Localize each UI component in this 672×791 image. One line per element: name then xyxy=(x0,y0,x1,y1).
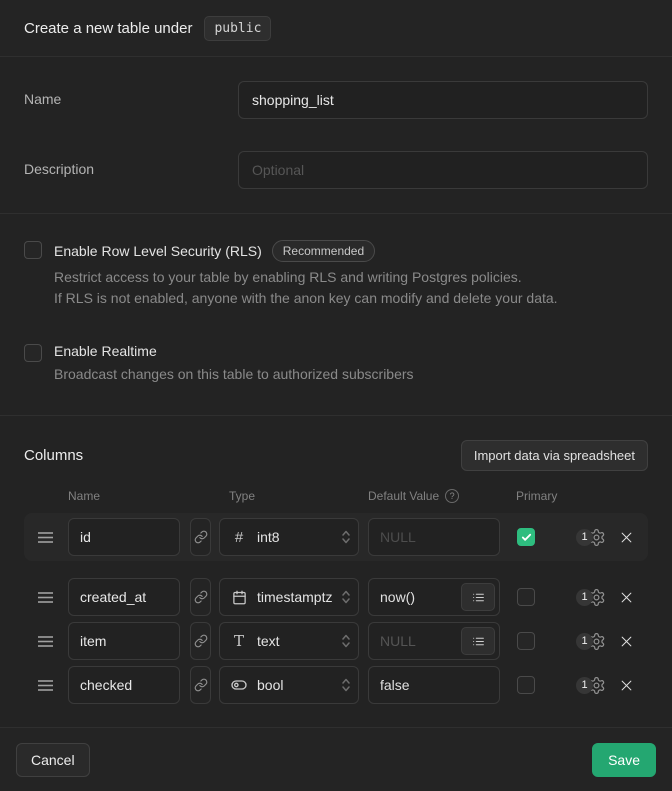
columns-table-headers: Name Type Default Value ? Primary xyxy=(24,489,648,503)
dialog-title: Create a new table under xyxy=(24,20,192,37)
column-settings-button[interactable]: 1 xyxy=(576,632,606,651)
rls-label: Enable Row Level Security (RLS) xyxy=(54,243,262,259)
recommended-badge: Recommended xyxy=(272,240,375,262)
remove-column-button[interactable] xyxy=(619,530,634,545)
name-label: Name xyxy=(24,81,238,107)
toggle-icon xyxy=(230,677,248,693)
calendar-icon xyxy=(230,590,248,605)
foreign-key-link-icon[interactable] xyxy=(190,578,211,616)
settings-count-badge: 1 xyxy=(576,589,593,606)
chevron-updown-icon xyxy=(340,633,352,649)
description-label: Description xyxy=(24,151,238,177)
drag-handle-icon[interactable] xyxy=(38,531,54,544)
column-name-input[interactable] xyxy=(68,666,180,704)
description-row: Description xyxy=(24,151,648,189)
column-type-select[interactable]: # int8 xyxy=(219,518,359,556)
column-name-input[interactable] xyxy=(68,518,180,556)
foreign-key-link-icon[interactable] xyxy=(190,666,211,704)
remove-column-button[interactable] xyxy=(619,634,634,649)
column-settings-button[interactable]: 1 xyxy=(576,528,606,547)
header-default-value: Default Value xyxy=(368,489,439,503)
realtime-description: Broadcast changes on this table to autho… xyxy=(54,364,414,385)
default-value-menu-icon[interactable] xyxy=(461,583,495,611)
help-icon[interactable]: ? xyxy=(445,489,459,503)
cancel-button[interactable]: Cancel xyxy=(16,743,90,777)
realtime-option: Enable Realtime Broadcast changes on thi… xyxy=(24,343,648,385)
primary-checkbox[interactable] xyxy=(517,588,535,606)
primary-checkbox[interactable] xyxy=(517,528,535,546)
table-options-section: Enable Row Level Security (RLS) Recommen… xyxy=(0,214,672,416)
column-row-created-at: timestamptz 1 xyxy=(24,577,648,617)
foreign-key-link-icon[interactable] xyxy=(190,518,211,556)
columns-title: Columns xyxy=(24,447,83,464)
primary-row-panel: # int8 1 xyxy=(24,513,648,561)
default-value-menu-icon[interactable] xyxy=(461,627,495,655)
column-row-checked: bool 1 xyxy=(24,665,648,705)
settings-count-badge: 1 xyxy=(576,529,593,546)
import-data-button[interactable]: Import data via spreadsheet xyxy=(461,440,648,471)
rls-option: Enable Row Level Security (RLS) Recommen… xyxy=(24,240,648,309)
column-type-select[interactable]: timestamptz xyxy=(219,578,359,616)
table-details-section: Name Description xyxy=(0,57,672,214)
default-value-input[interactable] xyxy=(369,519,499,555)
chevron-updown-icon xyxy=(340,589,352,605)
drag-handle-icon[interactable] xyxy=(38,591,54,604)
column-row-item: T text 1 xyxy=(24,621,648,661)
columns-section: Columns Import data via spreadsheet Name… xyxy=(0,416,672,727)
realtime-checkbox[interactable] xyxy=(24,344,42,362)
column-name-input[interactable] xyxy=(68,578,180,616)
chevron-updown-icon xyxy=(340,529,352,545)
default-value-input[interactable] xyxy=(369,667,499,703)
table-description-input[interactable] xyxy=(238,151,648,189)
header-primary: Primary xyxy=(516,489,557,503)
column-settings-button[interactable]: 1 xyxy=(576,588,606,607)
rls-checkbox[interactable] xyxy=(24,241,42,259)
foreign-key-link-icon[interactable] xyxy=(190,622,211,660)
settings-count-badge: 1 xyxy=(576,633,593,650)
hash-icon: # xyxy=(230,529,248,546)
primary-checkbox[interactable] xyxy=(517,676,535,694)
save-button[interactable]: Save xyxy=(592,743,656,777)
name-row: Name xyxy=(24,81,648,119)
drag-handle-icon[interactable] xyxy=(38,679,54,692)
column-settings-button[interactable]: 1 xyxy=(576,676,606,695)
schema-badge: public xyxy=(204,16,271,41)
create-table-dialog: Create a new table under public Name Des… xyxy=(0,0,672,787)
remove-column-button[interactable] xyxy=(619,590,634,605)
text-icon: T xyxy=(230,632,248,650)
column-name-input[interactable] xyxy=(68,622,180,660)
primary-checkbox[interactable] xyxy=(517,632,535,650)
table-name-input[interactable] xyxy=(238,81,648,119)
column-type-select[interactable]: bool xyxy=(219,666,359,704)
header-type: Type xyxy=(219,489,368,503)
dialog-footer: Cancel Save xyxy=(0,727,672,791)
chevron-updown-icon xyxy=(340,677,352,693)
settings-count-badge: 1 xyxy=(576,677,593,694)
remove-column-button[interactable] xyxy=(619,678,634,693)
drag-handle-icon[interactable] xyxy=(38,635,54,648)
header-name: Name xyxy=(68,489,219,503)
column-row-id: # int8 1 xyxy=(24,517,648,557)
realtime-label: Enable Realtime xyxy=(54,343,157,359)
column-type-select[interactable]: T text xyxy=(219,622,359,660)
rls-description: Restrict access to your table by enablin… xyxy=(54,267,558,309)
dialog-header: Create a new table under public xyxy=(0,0,672,57)
